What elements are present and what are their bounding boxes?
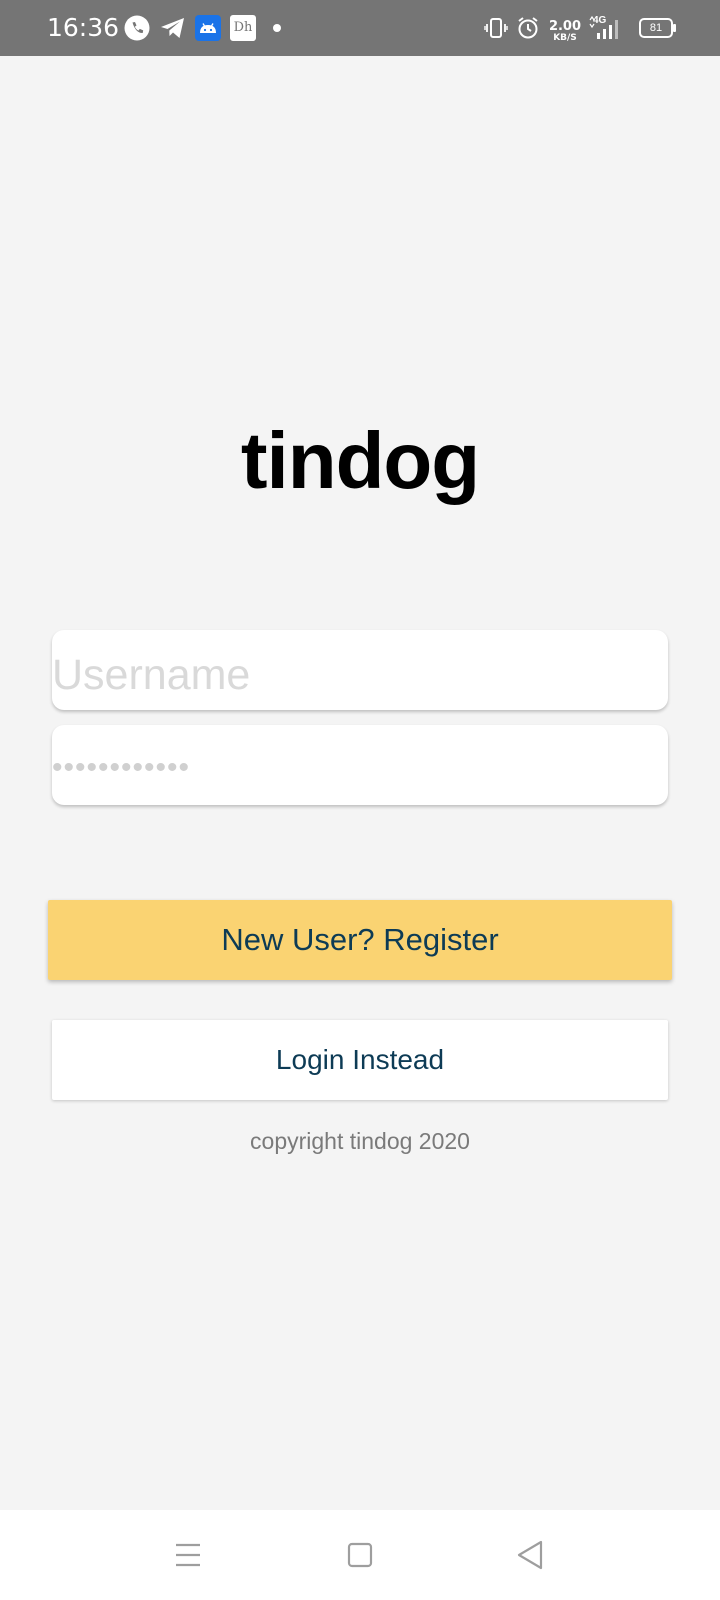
back-icon[interactable] [490,1510,570,1600]
dh-app-label: Dh [230,15,256,41]
network-speed-unit: KB/S [553,33,577,43]
vibrate-icon [484,0,508,56]
network-speed-value: 2.00 [548,19,582,34]
alarm-icon [516,0,540,56]
battery-level: 81 [649,22,663,34]
app-title: tindog [240,416,480,505]
copyright-text: copyright tindog 2020 [250,1128,470,1154]
password-input[interactable] [52,725,668,805]
status-time: 16:36 [47,13,120,42]
register-button[interactable]: New User? Register [48,900,672,980]
dot-icon [272,0,282,56]
phone-icon [124,0,150,56]
menu-icon[interactable] [148,1510,228,1600]
dh-app-icon: Dh [230,0,256,56]
login-button[interactable]: Login Instead [52,1020,668,1100]
password-field-container [52,725,668,805]
android-app-icon [195,0,221,56]
username-field-container [52,630,668,710]
username-input[interactable] [52,630,668,710]
battery-icon: 81 [639,0,676,56]
signal-icon: 4G [589,0,625,56]
home-icon[interactable] [320,1510,400,1600]
status-bar: 16:36 Dh 2.00 KB/S 4G 81 [0,0,720,56]
navigation-bar [0,1510,720,1600]
network-speed: 2.00 KB/S [548,19,582,43]
telegram-icon [160,0,186,56]
